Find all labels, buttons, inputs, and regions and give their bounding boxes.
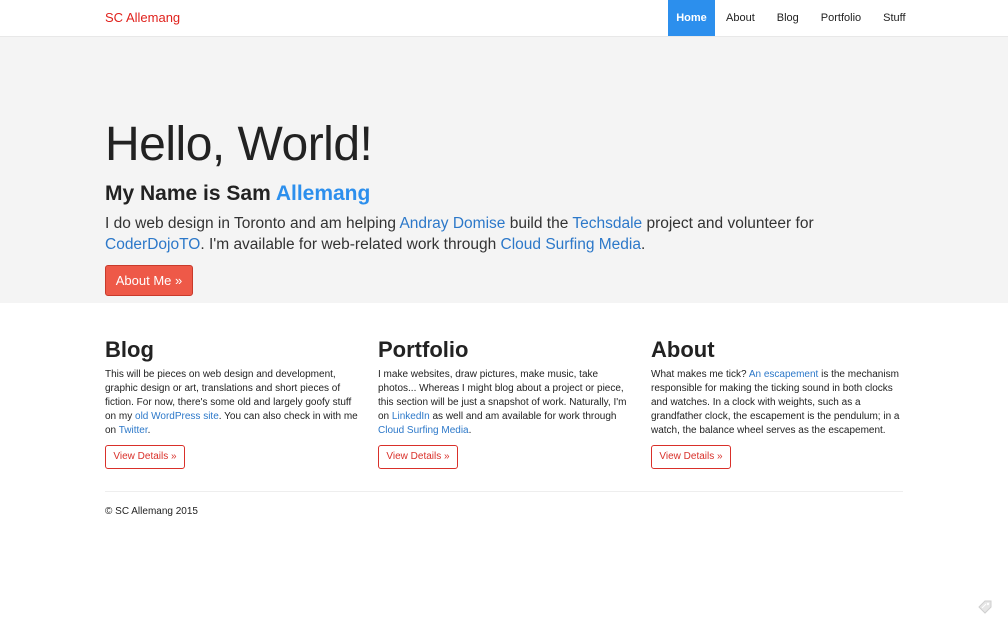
hero-subtitle: My Name is Sam Allemang <box>105 180 370 208</box>
portfolio-text-part: . <box>468 425 472 436</box>
portfolio-description: I make websites, draw pictures, make mus… <box>378 368 633 438</box>
portfolio-view-details-button[interactable]: View Details » <box>378 445 458 469</box>
hero-subtitle-prefix: My Name is Sam <box>105 182 276 205</box>
hero-text-part: build the <box>505 215 573 232</box>
about-view-details-button[interactable]: View Details » <box>651 445 731 469</box>
about-text-part: What makes me tick? <box>651 369 749 380</box>
hero-text-part: . I'm available for web-related work thr… <box>200 236 501 253</box>
cloud-surfing-media-link[interactable]: Cloud Surfing Media <box>501 236 641 253</box>
portfolio-text-part: as well and am available for work throug… <box>429 411 617 422</box>
blog-description: This will be pieces on web design and de… <box>105 368 360 438</box>
old-wordpress-site-link[interactable]: old WordPress site <box>135 411 219 422</box>
blog-text-part: . <box>147 425 151 436</box>
linkedin-link[interactable]: LinkedIn <box>392 411 430 422</box>
blog-column: Blog This will be pieces on web design a… <box>105 336 360 469</box>
nav-menu: Home About Blog Portfolio Stuff <box>668 0 917 36</box>
coderdojoto-link[interactable]: CoderDojoTO <box>105 236 200 253</box>
nav-item-home[interactable]: Home <box>668 0 715 36</box>
hero-text-part: . <box>640 236 646 253</box>
tag-icon[interactable] <box>978 600 992 614</box>
hero-title: Hello, World! <box>105 118 373 171</box>
footer-divider <box>105 491 903 492</box>
hero-text-part: project and volunteer for <box>642 215 814 232</box>
nav-item-portfolio[interactable]: Portfolio <box>810 0 872 36</box>
hero-subtitle-accent: Allemang <box>275 182 371 205</box>
escapement-link[interactable]: An escapement <box>749 369 819 380</box>
portfolio-heading: Portfolio <box>378 337 469 362</box>
hero-text-part: I do web design in Toronto and am helpin… <box>105 215 400 232</box>
hero-section: Hello, World! My Name is Sam Allemang I … <box>0 37 1008 303</box>
twitter-link[interactable]: Twitter <box>119 425 148 436</box>
blog-heading: Blog <box>105 337 154 362</box>
andray-domise-link[interactable]: Andray Domise <box>399 215 505 232</box>
about-heading: About <box>651 337 715 362</box>
footer-copyright: © SC Allemang 2015 <box>105 506 198 517</box>
about-column: About What makes me tick? An escapement … <box>651 336 906 469</box>
navbar: SC Allemang Home About Blog Portfolio St… <box>0 0 1008 37</box>
about-me-button[interactable]: About Me » <box>105 265 193 296</box>
nav-item-stuff[interactable]: Stuff <box>872 0 916 36</box>
portfolio-column: Portfolio I make websites, draw pictures… <box>378 336 633 469</box>
about-description: What makes me tick? An escapement is the… <box>651 368 906 438</box>
portfolio-cloud-surfing-media-link[interactable]: Cloud Surfing Media <box>378 425 469 436</box>
brand-link[interactable]: SC Allemang <box>105 10 180 26</box>
techsdale-link[interactable]: Techsdale <box>572 215 642 232</box>
hero-intro-text: I do web design in Toronto and am helpin… <box>105 213 905 255</box>
blog-view-details-button[interactable]: View Details » <box>105 445 185 469</box>
nav-item-about[interactable]: About <box>715 0 766 36</box>
nav-item-blog[interactable]: Blog <box>766 0 810 36</box>
